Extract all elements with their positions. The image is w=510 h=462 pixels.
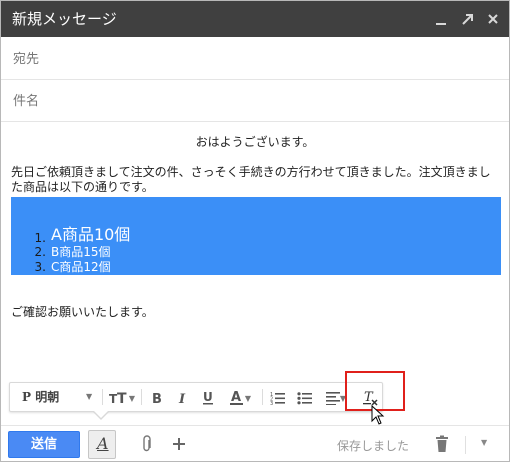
text-color-button[interactable]: A ▼ [222,383,258,411]
align-icon [325,391,340,405]
bulleted-list-button[interactable] [293,383,317,411]
toolbar-divider [102,389,103,405]
remove-formatting-icon: T [363,390,378,406]
expand-icon[interactable] [459,9,475,29]
numbered-list-button[interactable]: 1 2 3 [266,383,290,411]
trash-icon [436,435,448,452]
attach-button[interactable] [141,435,153,457]
underline-button[interactable]: U [197,383,219,411]
bold-button[interactable]: B [146,383,168,411]
list-item-text: A商品10個 [51,225,131,244]
send-button[interactable]: 送信 [8,431,80,458]
bulleted-list-icon [297,391,312,404]
numbered-list-icon: 1 2 3 [270,392,285,407]
list-item-number: 3. [34,260,46,274]
footer-divider [465,436,466,454]
window-controls [433,9,501,29]
to-field-row [1,38,509,80]
formatting-icon: A [97,434,109,453]
paperclip-icon [143,435,151,452]
closing-text: ご確認お願いいたします。 [11,305,154,319]
align-button[interactable]: ▼ [320,383,352,411]
chevron-down-icon: ▼ [244,394,252,403]
formatting-toolbar: P 明朝 ▼ T T ▼ B I U A ▼ 1 2 3 ▼ T [9,382,383,412]
text-color-icon: A [229,390,243,405]
selected-list[interactable]: 1. A商品10個 2. B商品15個 3. C商品12個 [11,197,501,275]
font-family-select[interactable]: P 明朝 ▼ [18,383,96,411]
svg-text:T: T [364,390,374,405]
chevron-down-icon: ▼ [339,394,347,403]
italic-icon: I [178,392,186,407]
toolbar-divider [141,389,142,405]
chevron-down-icon: ▼ [128,394,136,403]
minimize-icon[interactable] [433,9,449,29]
toolbar-divider [262,389,263,405]
list-item-number: 2. [34,245,46,259]
more-attachments-button[interactable] [172,435,186,457]
more-options-button[interactable]: ▼ [481,438,487,447]
discard-button[interactable] [435,435,449,457]
list-item-text: B商品15個 [51,245,111,259]
subject-field-row [1,80,509,122]
subject-input[interactable] [11,90,491,112]
compose-window: 新規メッセージ おはようございます。 先日ご依頼頂きまして注文の件、さっそく手続… [0,0,510,462]
font-size-icon: T T [109,391,127,407]
font-size-button[interactable]: T T ▼ [106,383,138,411]
svg-text:T: T [117,391,127,405]
to-input[interactable] [11,48,491,70]
svg-text:U: U [203,390,213,404]
chevron-down-icon: ▼ [481,438,488,447]
message-body[interactable]: おはようございます。 先日ご依頼頂きまして注文の件、さっそく手続きの方行わせて頂… [1,123,509,373]
svg-text:3: 3 [270,401,273,405]
plus-icon [173,438,185,450]
list-item-text: C商品12個 [51,260,111,274]
chevron-down-icon: ▼ [86,392,93,401]
underline-icon: U [203,390,213,404]
svg-text:I: I [178,392,186,405]
font-family-label: P 明朝 [22,390,60,404]
italic-button[interactable]: I [172,383,194,411]
compose-footer: 送信 A 保存しました ▼ [1,425,509,462]
window-title: 新規メッセージ [12,10,117,28]
svg-text:B: B [152,392,162,405]
close-icon[interactable] [485,9,501,29]
greeting-text: おはようございます。 [195,135,315,149]
svg-text:A: A [231,390,241,405]
formatting-options-button[interactable]: A [88,430,116,459]
toolbar-pointer-fill [94,411,108,418]
bold-icon: B [152,392,162,407]
intro-text: 先日ご依頼頂きまして注文の件、さっそく手続きの方行わせて頂きました。注文頂きまし… [11,165,491,194]
compose-titlebar[interactable]: 新規メッセージ [1,1,509,37]
save-status: 保存しました [337,439,410,453]
